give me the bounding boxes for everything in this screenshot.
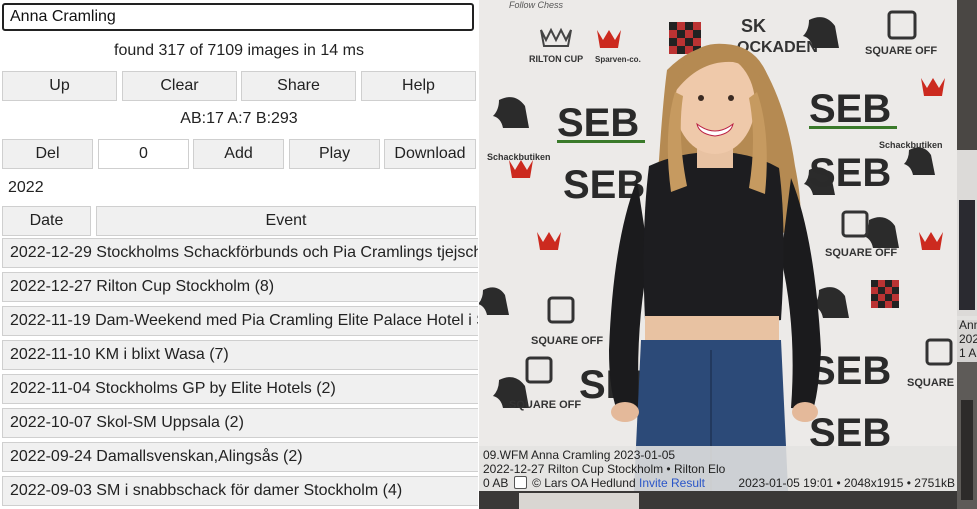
svg-text:SQUARE OFF: SQUARE OFF xyxy=(531,335,603,347)
column-header-date[interactable]: Date xyxy=(2,206,91,236)
photo-ab-label: AB xyxy=(492,476,509,490)
number-input[interactable] xyxy=(98,139,189,169)
category-counts: AB:17 A:7 B:293 xyxy=(180,110,298,127)
next-photo-thumbnail[interactable]: Ann 202 1 A xyxy=(957,0,977,509)
svg-text:Sparven-co.: Sparven-co. xyxy=(595,55,641,64)
svg-text:Follow Chess: Follow Chess xyxy=(509,0,564,10)
thumbnail-image xyxy=(957,0,977,509)
event-row[interactable]: 2022-10-07 Skol-SM Uppsala (2) xyxy=(2,408,478,438)
column-header-event[interactable]: Event xyxy=(96,206,476,236)
svg-text:SEB: SEB xyxy=(809,349,891,393)
svg-text:Schackbutiken: Schackbutiken xyxy=(879,140,943,150)
photo-meta: 2023-01-05 19:01 • 2048x1915 • 2751kB xyxy=(738,476,955,490)
invite-result-link[interactable]: Invite Result xyxy=(639,476,705,490)
thumbnail-caption-line: Ann xyxy=(959,318,977,332)
event-row[interactable]: 2022-12-27 Rilton Cup Stockholm (8) xyxy=(2,272,478,302)
thumbnail-caption: Ann 202 1 A xyxy=(957,316,977,362)
thumbnail-caption-line: 1 A xyxy=(959,346,977,360)
download-button[interactable]: Download xyxy=(384,139,476,169)
svg-text:RILTON CUP: RILTON CUP xyxy=(529,54,583,64)
photo-select-checkbox[interactable] xyxy=(513,476,527,489)
svg-text:SEB: SEB xyxy=(809,87,891,131)
clear-button[interactable]: Clear xyxy=(122,71,237,101)
thumbnail-caption-line: 202 xyxy=(959,332,977,346)
photo-count: 0 xyxy=(483,476,490,490)
player-photo: Follow Chess RILTON CUP Sparven-co. SK O… xyxy=(479,0,957,509)
photo-caption: 09.WFM Anna Cramling 2023-01-05 2022-12-… xyxy=(479,446,957,491)
event-row[interactable]: 2022-09-03 SM i snabbschack för damer St… xyxy=(2,476,478,506)
add-button[interactable]: Add xyxy=(193,139,284,169)
year-heading: 2022 xyxy=(8,179,44,196)
share-button[interactable]: Share xyxy=(241,71,356,101)
search-panel: found 317 of 7109 images in 14 ms Up Cle… xyxy=(0,0,478,509)
svg-text:Schackbutiken: Schackbutiken xyxy=(487,152,551,162)
event-row[interactable]: 2022-09-24 Damallsvenskan,Alingsås (2) xyxy=(2,442,478,472)
search-input[interactable] xyxy=(2,3,474,31)
svg-text:SEB: SEB xyxy=(557,101,639,145)
svg-text:SQUARE OFF: SQUARE OFF xyxy=(509,399,581,411)
svg-text:SQUARE OFF: SQUARE OFF xyxy=(825,247,897,259)
up-button[interactable]: Up xyxy=(2,71,117,101)
svg-text:SQUARE OFF: SQUARE OFF xyxy=(865,45,937,57)
svg-text:SQUARE OFF: SQUARE OFF xyxy=(907,377,957,389)
photo-credit: © Lars OA Hedlund xyxy=(532,476,636,490)
search-result-summary: found 317 of 7109 images in 14 ms xyxy=(114,42,364,59)
event-row[interactable]: 2022-12-29 Stockholms Schackförbunds och… xyxy=(2,238,478,268)
event-row[interactable]: 2022-11-10 KM i blixt Wasa (7) xyxy=(2,340,478,370)
delete-button[interactable]: Del xyxy=(2,139,93,169)
event-row[interactable]: 2022-11-04 Stockholms GP by Elite Hotels… xyxy=(2,374,478,404)
svg-text:SEB: SEB xyxy=(809,151,891,195)
play-button[interactable]: Play xyxy=(289,139,380,169)
photo-viewer[interactable]: Follow Chess RILTON CUP Sparven-co. SK O… xyxy=(479,0,957,509)
help-button[interactable]: Help xyxy=(361,71,476,101)
event-row[interactable]: 2022-11-19 Dam-Weekend med Pia Cramling … xyxy=(2,306,478,336)
photo-title: 09.WFM Anna Cramling 2023-01-05 xyxy=(483,448,676,462)
svg-text:SK: SK xyxy=(741,16,766,36)
photo-event: 2022-12-27 Rilton Cup Stockholm • Rilton… xyxy=(483,462,726,476)
